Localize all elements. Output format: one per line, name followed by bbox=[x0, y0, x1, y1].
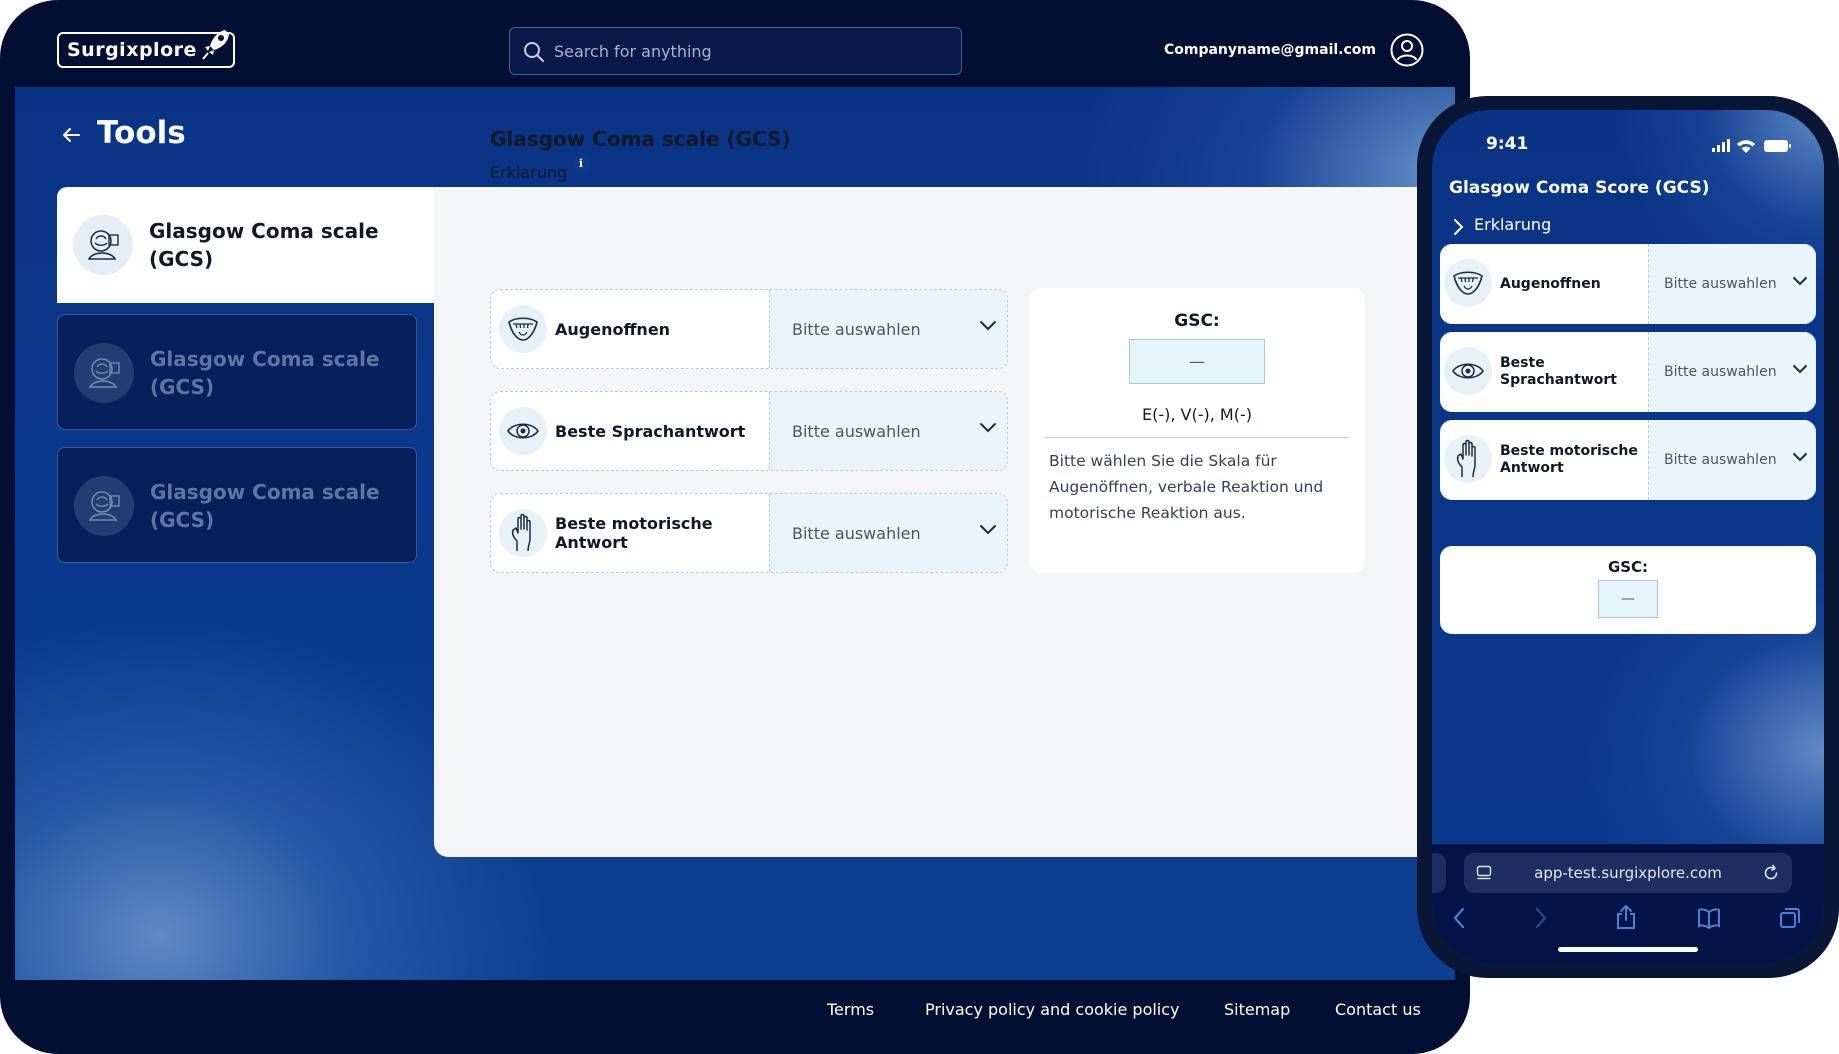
footer-link-privacy[interactable]: Privacy policy and cookie policy bbox=[925, 1000, 1180, 1019]
row-label: Beste Sprachantwort bbox=[555, 421, 746, 441]
browser-toolbar: app-test.surgixplore.com bbox=[1432, 844, 1824, 963]
result-heading: GSC: bbox=[1607, 558, 1649, 576]
tool-label: Glasgow Coma scale (GCS) bbox=[149, 219, 379, 271]
status-time: 9:41 bbox=[1486, 134, 1529, 154]
user-email: Companyname@gmail.com bbox=[1163, 42, 1376, 58]
brain-scan-icon bbox=[74, 476, 134, 536]
tool-label: Glasgow Coma scale (GCS) bbox=[150, 347, 380, 399]
footer-link-terms[interactable]: Terms bbox=[827, 1000, 874, 1019]
gcs-row-motor: Beste motorische Antwort Bitte auswahlen bbox=[490, 493, 1008, 573]
tool-item[interactable]: Glasgow Coma scale (GCS) bbox=[57, 314, 417, 430]
tool-label: Glasgow Coma scale (GCS) bbox=[150, 480, 380, 532]
logo[interactable]: Surgixplore bbox=[57, 30, 235, 68]
phone-frame: 9:41 Glasgow Coma Score (GCS) Erklarung … bbox=[1417, 96, 1839, 978]
reload-icon[interactable] bbox=[1762, 864, 1780, 882]
brain-scan-icon bbox=[74, 343, 134, 403]
row-label: Augenoffnen bbox=[555, 319, 671, 339]
hand-icon bbox=[1444, 435, 1492, 483]
phone-gcs-row-motor: Beste motorische Antwort Bitte auswahlen bbox=[1440, 420, 1816, 500]
phone-calculator-title: Glasgow Coma Score (GCS) bbox=[1449, 178, 1710, 198]
logo-text: Surgixplore bbox=[67, 39, 197, 61]
chevron-down-icon bbox=[1793, 277, 1807, 286]
desktop-frame: Surgixplore Companyname@gmail.com bbox=[0, 0, 1470, 1054]
result-heading: GSC: bbox=[1174, 311, 1220, 331]
page-title: Tools bbox=[97, 115, 186, 151]
tool-item-active[interactable]: Glasgow Coma scale (GCS) bbox=[57, 187, 442, 303]
footer-link-sitemap[interactable]: Sitemap bbox=[1224, 1000, 1290, 1019]
tool-item[interactable]: Glasgow Coma scale (GCS) bbox=[57, 447, 417, 563]
url-bar[interactable]: app-test.surgixplore.com bbox=[1464, 853, 1792, 893]
search-input[interactable] bbox=[554, 28, 954, 74]
result-breakdown: E(-), V(-), M(-) bbox=[1142, 405, 1252, 424]
gcs-result-card: GSC: — E(-), V(-), M(-) Bitte wählen Sie… bbox=[1029, 288, 1365, 573]
eye-icon bbox=[1444, 347, 1492, 395]
chevron-down-icon bbox=[980, 423, 996, 433]
tabs-icon[interactable] bbox=[1779, 907, 1801, 929]
result-value: — bbox=[1598, 580, 1658, 618]
hand-icon bbox=[499, 509, 547, 557]
chevron-down-icon bbox=[980, 321, 996, 331]
url-text: app-test.surgixplore.com bbox=[1534, 864, 1722, 882]
user-avatar-icon[interactable] bbox=[1390, 33, 1424, 67]
chevron-down-icon bbox=[980, 525, 996, 535]
footer: Terms Privacy policy and cookie policy S… bbox=[0, 980, 1470, 1054]
row-label: Beste motorische Antwort bbox=[1500, 443, 1638, 476]
rocket-icon bbox=[202, 30, 229, 60]
phone-eye-opening-select[interactable]: Bitte auswahlen bbox=[1648, 244, 1816, 324]
phone-motor-select[interactable]: Bitte auswahlen bbox=[1648, 420, 1816, 500]
row-label: Beste motorische Antwort bbox=[555, 514, 713, 552]
bookmarks-icon[interactable] bbox=[1697, 907, 1721, 929]
mouth-icon bbox=[499, 305, 547, 353]
result-description: Bitte wählen Sie die Skala für Augenöffn… bbox=[1049, 452, 1324, 522]
verbal-select[interactable]: Bitte auswahlen bbox=[769, 392, 1007, 470]
select-value: Bitte auswahlen bbox=[1664, 452, 1777, 468]
home-indicator bbox=[1558, 947, 1698, 952]
chevron-right-icon bbox=[1454, 219, 1464, 235]
back-arrow-icon[interactable] bbox=[59, 123, 83, 147]
status-icons bbox=[1712, 139, 1791, 153]
motor-select[interactable]: Bitte auswahlen bbox=[769, 494, 1007, 572]
phone-explanation-link[interactable]: Erklarung bbox=[1474, 215, 1551, 234]
row-label: Augenoffnen bbox=[1500, 275, 1601, 292]
browser-forward-icon[interactable] bbox=[1534, 907, 1548, 929]
phone-verbal-select[interactable]: Bitte auswahlen bbox=[1648, 332, 1816, 412]
search-bar[interactable] bbox=[509, 27, 962, 75]
gcs-row-verbal: Beste Sprachantwort Bitte auswahlen bbox=[490, 391, 1008, 471]
browser-back-icon[interactable] bbox=[1452, 907, 1466, 929]
footer-link-contact[interactable]: Contact us bbox=[1335, 1000, 1421, 1019]
previous-tab[interactable] bbox=[1432, 853, 1446, 893]
mouth-icon bbox=[1444, 259, 1492, 307]
phone-screen: 9:41 Glasgow Coma Score (GCS) Erklarung … bbox=[1432, 110, 1824, 963]
result-value: — bbox=[1129, 339, 1265, 384]
top-bar: Surgixplore Companyname@gmail.com bbox=[0, 0, 1470, 87]
share-icon[interactable] bbox=[1615, 904, 1637, 930]
phone-gcs-row-eye-opening: Augenoffnen Bitte auswahlen bbox=[1440, 244, 1816, 324]
row-label: Beste Sprachantwort bbox=[1500, 355, 1617, 388]
page-menu-icon[interactable] bbox=[1476, 865, 1492, 881]
chevron-down-icon bbox=[1793, 365, 1807, 374]
calculator-title: Glasgow Coma scale (GCS) bbox=[490, 127, 791, 151]
eye-icon bbox=[499, 407, 547, 455]
chevron-down-icon bbox=[1793, 453, 1807, 462]
eye-opening-select[interactable]: Bitte auswahlen bbox=[769, 290, 1007, 368]
select-value: Bitte auswahlen bbox=[1664, 364, 1777, 380]
phone-gcs-row-verbal: Beste Sprachantwort Bitte auswahlen bbox=[1440, 332, 1816, 412]
select-value: Bitte auswahlen bbox=[1664, 276, 1777, 292]
gcs-row-eye-opening: Augenoffnen Bitte auswahlen bbox=[490, 289, 1008, 369]
select-value: Bitte auswahlen bbox=[792, 421, 921, 441]
info-icon[interactable]: i bbox=[573, 156, 589, 172]
brain-scan-icon bbox=[73, 215, 133, 275]
divider bbox=[1045, 437, 1349, 438]
select-value: Bitte auswahlen bbox=[792, 523, 921, 543]
select-value: Bitte auswahlen bbox=[792, 319, 921, 339]
search-icon bbox=[524, 42, 544, 62]
explanation-link[interactable]: Erklarung bbox=[490, 163, 567, 182]
phone-gcs-result-card: GSC: — bbox=[1440, 546, 1816, 634]
